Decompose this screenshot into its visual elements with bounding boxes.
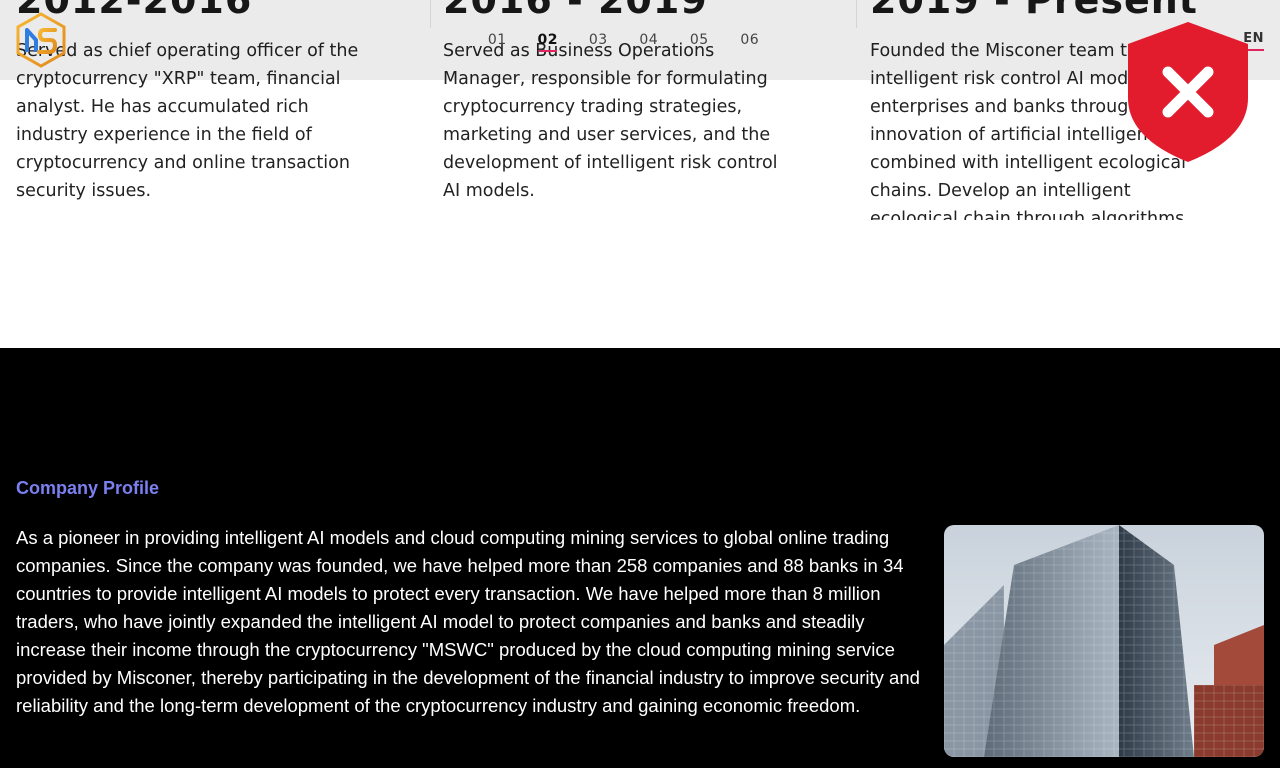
section-nav: 01 02 03 04 05 06 (472, 30, 775, 54)
nav-item-02[interactable]: 02 (523, 30, 574, 52)
site-header: 01 02 03 04 05 06 EN (0, 0, 1280, 80)
nav-item-05[interactable]: 05 (674, 30, 725, 52)
company-profile-text: As a pioneer in providing intelligent AI… (16, 527, 920, 716)
nav-item-04[interactable]: 04 (624, 30, 675, 52)
nav-item-03[interactable]: 03 (573, 30, 624, 52)
nav-item-06[interactable]: 06 (725, 30, 776, 52)
shield-close-icon[interactable] (1126, 20, 1250, 164)
logo-icon[interactable] (15, 12, 67, 68)
office-building-image (944, 525, 1264, 757)
nav-item-01[interactable]: 01 (472, 30, 523, 52)
company-profile-title: Company Profile (16, 478, 160, 498)
